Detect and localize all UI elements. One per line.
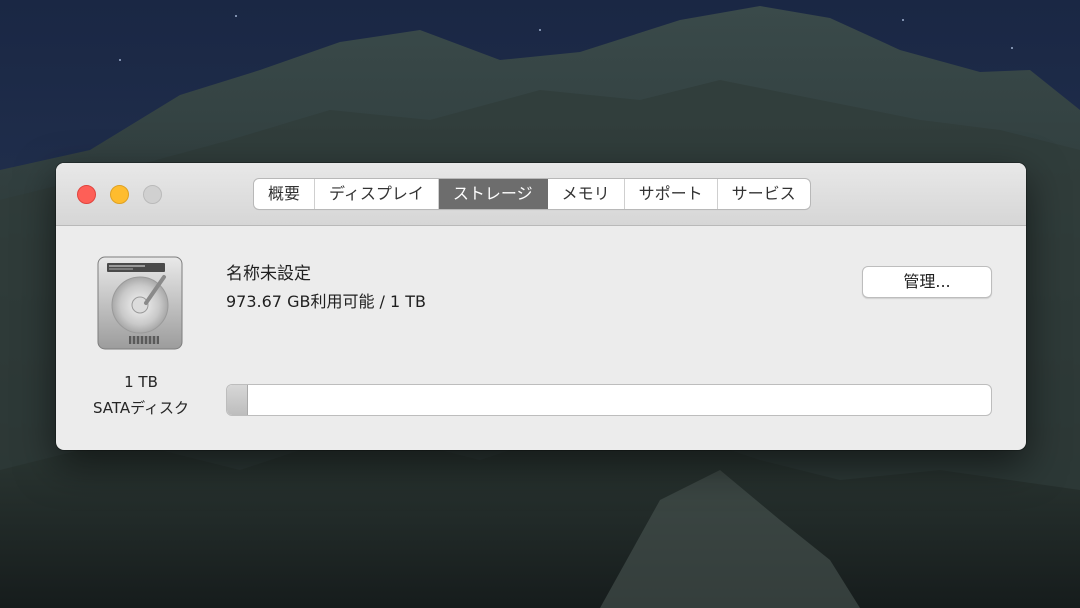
minimize-window-button[interactable]	[110, 185, 129, 204]
volume-name: 名称未設定	[226, 264, 311, 284]
tab-storage[interactable]: ストレージ	[438, 179, 548, 209]
volume-availability: 973.67 GB利用可能 / 1 TB	[226, 292, 427, 311]
tab-support[interactable]: サポート	[625, 179, 718, 209]
hard-drive-icon	[97, 256, 183, 350]
window-titlebar: 概要 ディスプレイ ストレージ メモリ サポート サービス	[56, 163, 1026, 226]
tab-service[interactable]: サービス	[718, 179, 810, 209]
storage-usage-bar	[226, 384, 992, 416]
storage-panel: 1 TB SATAディスク 名称未設定 973.67 GB利用可能 / 1 TB…	[56, 226, 1026, 450]
close-window-button[interactable]	[77, 185, 96, 204]
tab-memory[interactable]: メモリ	[548, 179, 625, 209]
manage-button[interactable]: 管理...	[862, 266, 992, 298]
tab-overview[interactable]: 概要	[254, 179, 316, 209]
zoom-window-button	[143, 185, 162, 204]
storage-used-segment	[227, 385, 248, 415]
desktop-background: 概要 ディスプレイ ストレージ メモリ サポート サービス 1 TB SATAデ…	[0, 0, 1080, 608]
tab-bar: 概要 ディスプレイ ストレージ メモリ サポート サービス	[254, 179, 810, 209]
tab-displays[interactable]: ディスプレイ	[315, 179, 439, 209]
drive-size-label: 1 TB	[124, 373, 158, 391]
drive-type-label: SATAディスク	[92, 399, 190, 417]
about-this-mac-window: 概要 ディスプレイ ストレージ メモリ サポート サービス 1 TB SATAデ…	[56, 163, 1026, 450]
